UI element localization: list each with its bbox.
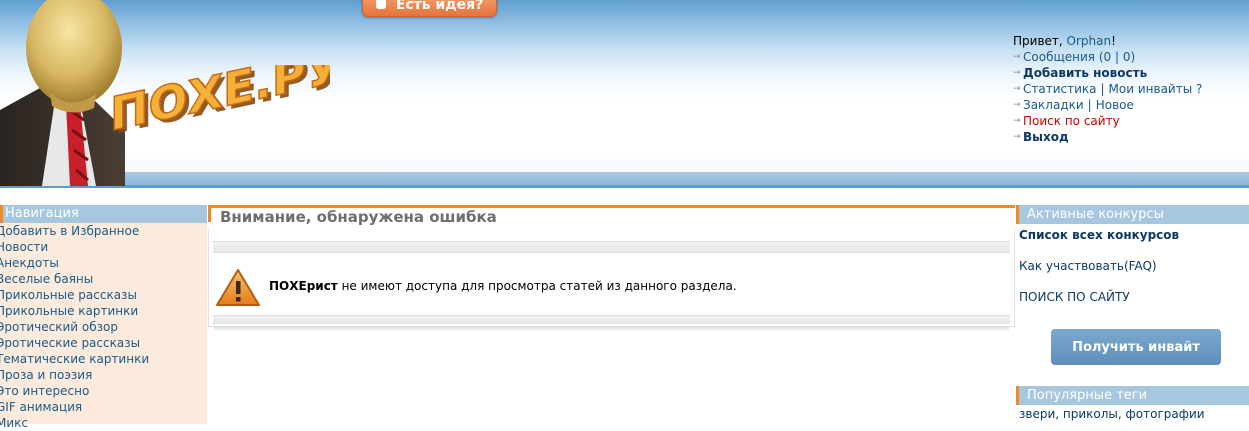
- nav-item-themed-pictures[interactable]: Тематические картинки: [0, 351, 207, 367]
- error-box-stripe-top: [213, 241, 1010, 253]
- nav-item-interesting[interactable]: Это интересно: [0, 383, 207, 399]
- greeting-text: Привет,: [1013, 34, 1063, 48]
- main-left-accent: [208, 205, 211, 222]
- error-title: Внимание, обнаружена ошибка: [220, 208, 497, 226]
- arrow-icon: →: [1013, 68, 1021, 78]
- contests-header: Активные конкурсы: [1016, 205, 1249, 224]
- idea-button-label: Есть идея?: [395, 0, 484, 13]
- greeting-end: !: [1111, 34, 1116, 48]
- my-invites-link[interactable]: Мои инвайты ?: [1109, 81, 1203, 97]
- nav-item-favorites[interactable]: Добавить в Избранное: [0, 223, 207, 239]
- nav-item-erotic-review[interactable]: Эротический обзор: [0, 319, 207, 335]
- nav-item-gif[interactable]: GIF анимация: [0, 399, 207, 415]
- header-stripe-line: [0, 185, 1249, 188]
- username-link[interactable]: Orphan: [1067, 33, 1112, 49]
- statistics-link[interactable]: Статистика: [1023, 81, 1097, 97]
- new-link[interactable]: Новое: [1096, 97, 1134, 113]
- how-to-participate-link[interactable]: Как участвовать(FAQ): [1019, 259, 1157, 273]
- nav-item-jokes[interactable]: Анекдоты: [0, 255, 207, 271]
- arrow-icon: →: [1013, 84, 1021, 94]
- separator: |: [1100, 82, 1105, 96]
- nav-item-news[interactable]: Новости: [0, 239, 207, 255]
- mascot-image: [0, 0, 125, 186]
- arrow-icon: →: [1013, 116, 1021, 126]
- nav-item-stories[interactable]: Прикольные рассказы: [0, 287, 207, 303]
- logout-link[interactable]: Выход: [1023, 129, 1069, 145]
- nav-item-bayans[interactable]: Веселые баяны: [0, 271, 207, 287]
- site-search-link-right[interactable]: ПОИСК ПО САЙТУ: [1019, 290, 1130, 304]
- site-search-link[interactable]: Поиск по сайту: [1023, 113, 1120, 129]
- error-box: [208, 229, 1015, 327]
- nav-item-pictures[interactable]: Прикольные картинки: [0, 303, 207, 319]
- navigation-header: Навигация: [0, 205, 207, 223]
- site-logo: ПОХЕ.РУ ПОХЕ.РУ: [109, 65, 330, 145]
- main-content: Внимание, обнаружена ошибка ПОХЕрист не …: [208, 205, 1015, 327]
- error-message: ПОХЕрист не имеют доступа для просмотра …: [269, 279, 737, 293]
- get-invite-button[interactable]: Получить инвайт: [1051, 329, 1221, 365]
- error-box-stripe-bottom: [213, 315, 1010, 324]
- idea-button[interactable]: Есть идея?: [362, 0, 497, 17]
- lightbulb-icon: [375, 0, 386, 9]
- bookmarks-link[interactable]: Закладки: [1023, 97, 1084, 113]
- error-message-text: не имеют доступа для просмотра статей из…: [337, 279, 737, 293]
- nav-item-prose[interactable]: Проза и поэзия: [0, 367, 207, 383]
- user-menu: Привет, Orphan! → Сообщения (0 | 0) → Доба…: [1013, 33, 1202, 145]
- left-sidebar: Навигация Добавить в Избранное Новости А…: [0, 205, 207, 430]
- arrow-icon: →: [1013, 100, 1021, 110]
- messages-link[interactable]: Сообщения (0 | 0): [1023, 49, 1135, 65]
- arrow-icon: →: [1013, 52, 1021, 62]
- navigation-list: Добавить в Избранное Новости Анекдоты Ве…: [0, 223, 207, 431]
- separator: |: [1087, 98, 1092, 112]
- header-stripe: [0, 172, 1249, 185]
- right-sidebar: Активные конкурсы Список всех конкурсов …: [1016, 205, 1249, 421]
- add-news-link[interactable]: Добавить новость: [1023, 65, 1147, 81]
- nav-item-erotic-stories[interactable]: Эротические рассказы: [0, 335, 207, 351]
- popular-tags[interactable]: звери, приколы, фотографии: [1019, 407, 1205, 421]
- warning-icon: [216, 269, 260, 306]
- nav-item-mix[interactable]: Микс: [0, 415, 207, 431]
- error-message-bold: ПОХЕрист: [269, 279, 338, 293]
- all-contests-link[interactable]: Список всех конкурсов: [1019, 228, 1179, 242]
- main-under-shadow: [214, 327, 1009, 330]
- arrow-icon: →: [1013, 132, 1021, 142]
- popular-tags-header: Популярные теги: [1016, 386, 1249, 405]
